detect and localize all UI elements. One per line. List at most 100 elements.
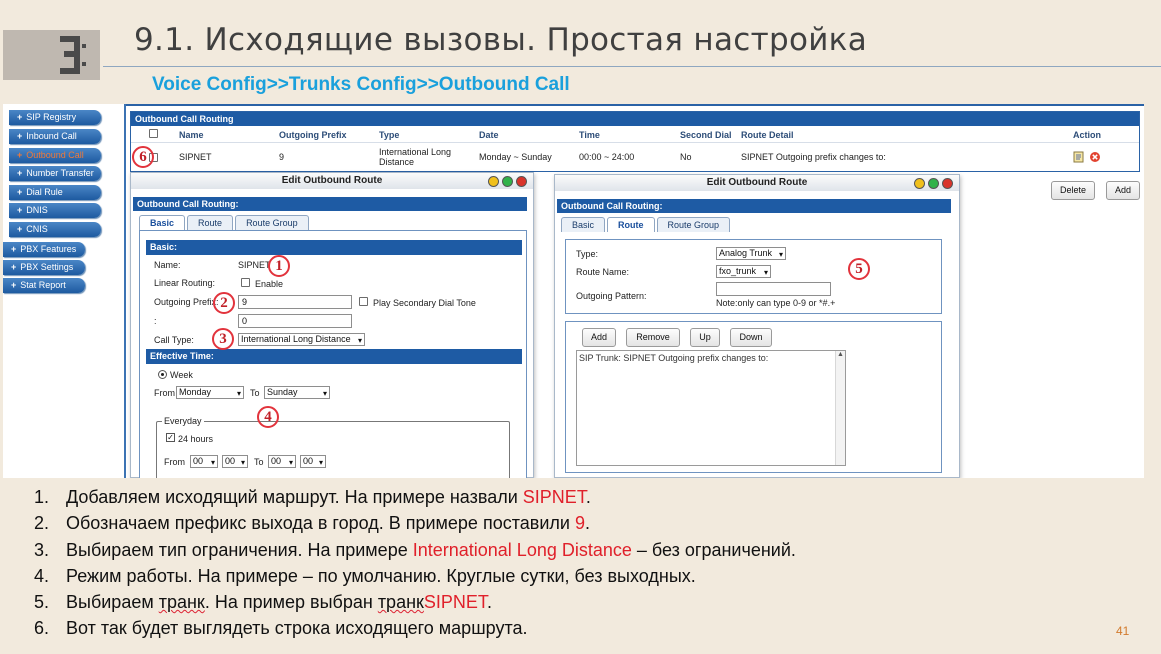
chevron-down-icon: ▾: [318, 458, 323, 467]
remove-route-button[interactable]: Remove: [626, 328, 680, 347]
ui-screenshot: + SIP Registry + Inbound Call + Outbound Ca…: [3, 104, 1144, 478]
tab-route[interactable]: Route: [607, 217, 655, 232]
type-select[interactable]: Analog Trunk ▾: [716, 247, 786, 260]
pattern-label: Outgoing Pattern:: [576, 291, 647, 301]
tab-route[interactable]: Route: [187, 215, 234, 230]
close-icon[interactable]: [516, 176, 527, 187]
to-hour-select[interactable]: 00 ▾: [268, 455, 296, 468]
chevron-down-icon: ▾: [210, 458, 215, 467]
chevron-down-icon: ▾: [778, 250, 783, 259]
chevron-down-icon: ▾: [240, 458, 245, 467]
route-name-select[interactable]: fxo_trunk ▾: [716, 265, 771, 278]
routing-table: Outbound Call Routing Name Outgoing Pref…: [130, 111, 1140, 172]
sidebar-item-cnis[interactable]: + CNIS: [9, 222, 101, 237]
sidebar-item-dial-rule[interactable]: + Dial Rule: [9, 185, 101, 200]
dialog-tabs: Basic Route Route Group: [139, 215, 309, 230]
chevron-down-icon: ▾: [236, 389, 241, 398]
scrollbar[interactable]: ▲: [835, 351, 845, 465]
second-prefix-label: :: [154, 316, 157, 326]
top-border: [126, 104, 1144, 106]
up-button[interactable]: Up: [690, 328, 720, 347]
col-second-dial: Second Dial: [680, 130, 732, 140]
steps-list: 1. Добавляем исходящий маршрут. На пример…: [34, 487, 1114, 645]
enable-checkbox[interactable]: [241, 278, 250, 287]
name-value: SIPNET: [238, 260, 271, 270]
list-item: 2. Обозначаем префикс выхода в город. В п…: [34, 513, 590, 534]
col-name: Name: [179, 130, 204, 140]
col-action: Action: [1073, 130, 1101, 140]
minimize-icon[interactable]: [488, 176, 499, 187]
slide: 9.1. Исходящие вызовы. Простая настройка…: [0, 0, 1161, 654]
call-type-select[interactable]: International Long Distance ▾: [238, 333, 365, 346]
add-button[interactable]: Add: [1106, 181, 1140, 200]
basic-panel: Basic: Name: SIPNET Linear Routing: Enab…: [139, 230, 527, 478]
minimize-icon[interactable]: [914, 178, 925, 189]
delete-icon[interactable]: [1089, 143, 1101, 171]
dialog-tabs: Basic Route Route Group: [561, 217, 731, 232]
effective-time-head: Effective Time:: [146, 349, 522, 364]
row-prefix: 9: [279, 152, 285, 162]
24-hours-checkbox[interactable]: ✓: [166, 433, 175, 442]
pattern-input[interactable]: [716, 282, 831, 296]
prefix-input[interactable]: 9: [238, 295, 352, 309]
row-name: SIPNET: [179, 152, 212, 162]
slide-subtitle-path: Voice Config>>Trunks Config>>Outbound Ca…: [152, 74, 570, 95]
col-date: Date: [479, 130, 499, 140]
tab-basic[interactable]: Basic: [139, 215, 186, 230]
tab-route-group[interactable]: Route Group: [235, 215, 309, 230]
sidebar-item-number-transfer[interactable]: + Number Transfer: [9, 166, 101, 181]
tab-route-group[interactable]: Route Group: [656, 217, 731, 232]
basic-section-head: Basic:: [146, 240, 522, 255]
maximize-icon[interactable]: [502, 176, 513, 187]
dialog-title: Edit Outbound Route: [131, 173, 533, 189]
add-route-button[interactable]: Add: [582, 328, 616, 347]
select-all-checkbox[interactable]: [149, 129, 158, 140]
week-radio[interactable]: [158, 370, 167, 379]
sidebar-item-sip-registry[interactable]: + SIP Registry: [9, 110, 101, 125]
table-row[interactable]: SIPNET 9 International Long Distance Mon…: [131, 143, 1139, 171]
sidebar-item-stat-report[interactable]: + Stat Report: [3, 278, 85, 293]
edit-icon[interactable]: [1073, 143, 1085, 171]
chevron-down-icon: ▾: [322, 389, 327, 398]
linear-routing-label: Linear Routing:: [154, 278, 216, 288]
list-item: 4. Режим работы. На примере – по умолчани…: [34, 565, 696, 586]
list-item: 5. Выбираем транк. На пример выбран транк…: [34, 592, 492, 613]
everyday-legend: Everyday: [162, 416, 204, 426]
marker-4: 4: [257, 406, 279, 428]
window-controls: [914, 178, 953, 189]
row-route-detail: SIPNET Outgoing prefix changes to:: [741, 152, 886, 162]
from-day-select[interactable]: Monday ▾: [176, 386, 244, 399]
sidebar-item-outbound-call[interactable]: + Outbound Call: [9, 148, 101, 163]
to-day-select[interactable]: Sunday ▾: [264, 386, 330, 399]
routing-table-columns: Name Outgoing Prefix Type Date Time Seco…: [131, 126, 1139, 143]
second-prefix-input[interactable]: 0: [238, 314, 352, 328]
week-label: Week: [170, 370, 193, 380]
slide-logo-icon: [60, 36, 86, 74]
sidebar: + SIP Registry + Inbound Call + Outbound Ca…: [3, 104, 121, 478]
edit-route-dialog-route: Edit Outbound Route Outbound Call Routin…: [554, 174, 960, 478]
delete-button[interactable]: Delete: [1051, 181, 1095, 200]
route-list-panel: Add Remove Up Down SIP Trunk: SIPNET Out…: [565, 321, 942, 473]
sidebar-item-pbx-settings[interactable]: + PBX Settings: [3, 260, 85, 275]
sidebar-item-inbound-call[interactable]: + Inbound Call: [9, 129, 101, 144]
tab-basic[interactable]: Basic: [561, 217, 606, 232]
marker-5: 5: [848, 258, 870, 280]
from-hour-select[interactable]: 00 ▾: [190, 455, 218, 468]
close-icon[interactable]: [942, 178, 953, 189]
marker-1: 1: [268, 255, 290, 277]
to-label: To: [250, 388, 260, 398]
sidebar-item-pbx-features[interactable]: + PBX Features: [3, 242, 85, 257]
to-minute-select[interactable]: 00 ▾: [300, 455, 326, 468]
maximize-icon[interactable]: [928, 178, 939, 189]
window-controls: [488, 176, 527, 187]
pattern-note: Note:only can type 0-9 or *#.+: [716, 298, 836, 308]
sidebar-item-dnis[interactable]: + DNIS: [9, 203, 101, 218]
routing-table-header: Outbound Call Routing: [131, 112, 1139, 126]
list-item: 6. Вот так будет выглядеть строка исходящ…: [34, 618, 528, 639]
route-list-textarea[interactable]: SIP Trunk: SIPNET Outgoing prefix change…: [576, 350, 846, 466]
call-type-label: Call Type:: [154, 335, 194, 345]
from-minute-select[interactable]: 00 ▾: [222, 455, 248, 468]
row-second-dial: No: [680, 152, 692, 162]
secondary-tone-checkbox[interactable]: [359, 297, 368, 306]
down-button[interactable]: Down: [730, 328, 772, 347]
